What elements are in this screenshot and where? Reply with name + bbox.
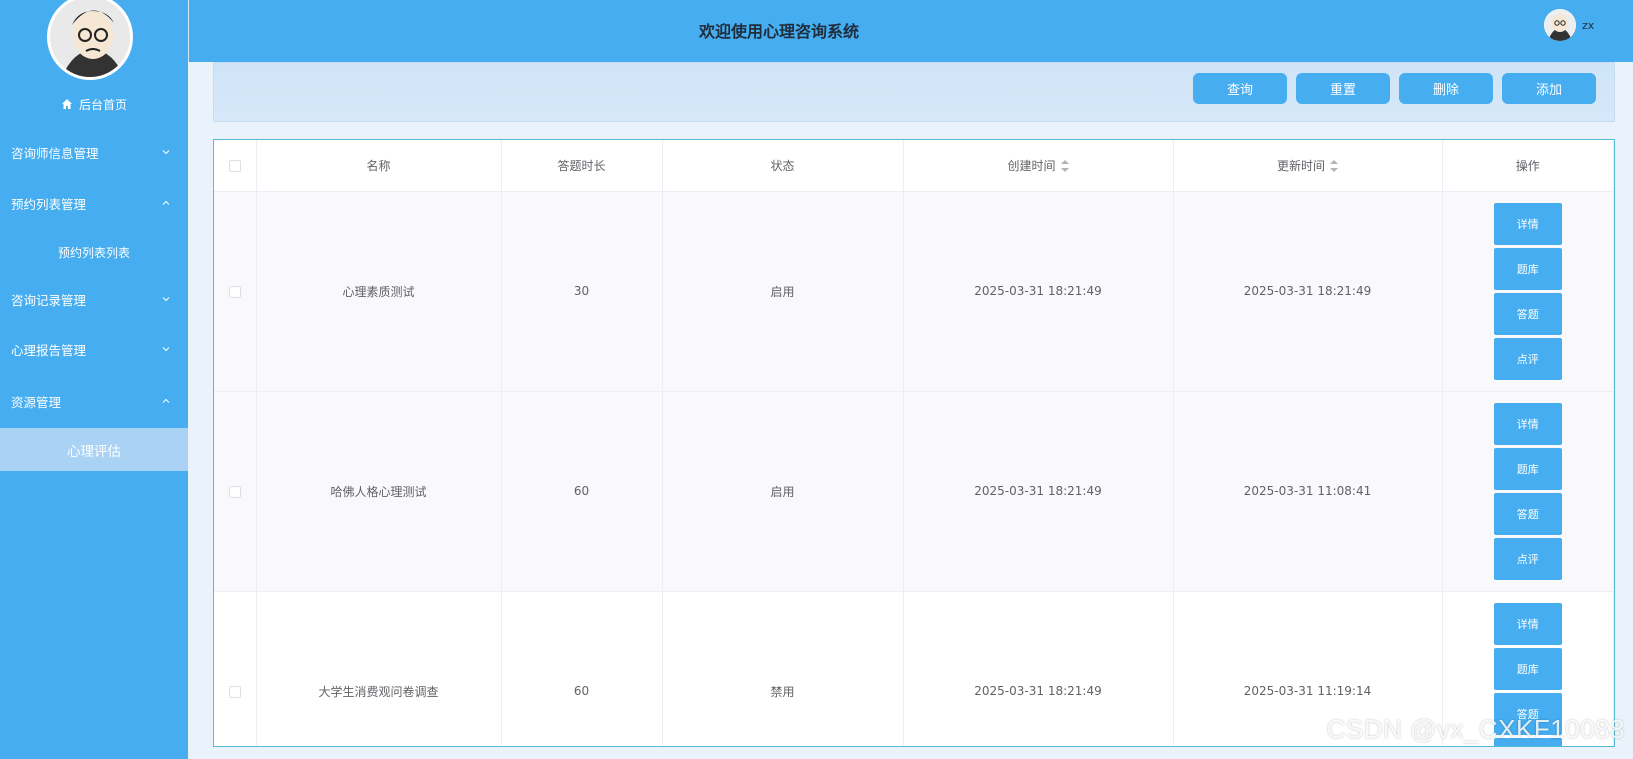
row-checkbox[interactable]	[228, 685, 241, 698]
row-checkbox[interactable]	[228, 285, 241, 298]
cell-created: 2025-03-31 18:21:49	[903, 191, 1174, 392]
cell-actions: 详情 题库 答题 点评	[1442, 391, 1614, 592]
cell-actions: 详情 题库 答题 点评	[1442, 191, 1614, 392]
query-button[interactable]: 查询	[1193, 73, 1287, 104]
search-toolbar: 查询 重置 删除 添加	[213, 62, 1615, 122]
select-all-checkbox[interactable]	[228, 159, 241, 172]
answer-button[interactable]: 答题	[1493, 292, 1562, 335]
cell-status: 启用	[662, 191, 904, 392]
chevron-down-icon	[162, 297, 170, 302]
cell-name: 哈佛人格心理测试	[256, 391, 502, 592]
data-table: 名称 答题时长 状态 创建时间 更新时间 操作 心理素质测试 30 启用 202…	[213, 139, 1615, 747]
row-select-cell	[214, 191, 257, 392]
menu-label: 心理报告管理	[11, 342, 87, 358]
submenu-label: 心理评估	[67, 443, 121, 460]
menu-label: 咨询师信息管理	[11, 145, 99, 161]
submenu-appointment-list[interactable]: 预约列表列表	[0, 232, 188, 272]
top-header: 欢迎使用心理咨询系统 zx	[188, 0, 1633, 62]
question-bank-button[interactable]: 题库	[1493, 247, 1562, 290]
row-select-cell	[214, 591, 257, 746]
answer-button[interactable]: 答题	[1493, 492, 1562, 535]
sort-icon[interactable]	[1330, 160, 1338, 173]
delete-button[interactable]: 删除	[1399, 73, 1493, 104]
home-link[interactable]: 后台首页	[0, 92, 188, 116]
detail-button[interactable]: 详情	[1493, 202, 1562, 245]
column-header-duration: 答题时长	[501, 140, 663, 192]
cell-duration: 30	[501, 191, 663, 392]
chevron-up-icon	[162, 200, 170, 205]
menu-label: 预约列表管理	[11, 196, 87, 212]
sidebar: 后台首页 咨询师信息管理 预约列表管理 预约列表列表 咨询记录管理 心理报告管理…	[0, 0, 188, 759]
menu-appointment-list[interactable]: 预约列表管理	[0, 183, 188, 223]
column-header-updated[interactable]: 更新时间	[1173, 140, 1443, 192]
column-header-status: 状态	[662, 140, 904, 192]
watermark: CSDN @vx_CXKF10088	[1326, 714, 1625, 744]
cell-status: 禁用	[662, 591, 904, 746]
menu-label: 咨询记录管理	[11, 292, 87, 308]
column-label: 创建时间	[1007, 158, 1056, 173]
sort-icon[interactable]	[1060, 160, 1069, 173]
chevron-down-icon	[162, 150, 170, 155]
menu-label: 资源管理	[11, 394, 62, 410]
reset-button[interactable]: 重置	[1296, 73, 1390, 104]
table-row: 心理素质测试 30 启用 2025-03-31 18:21:49 2025-03…	[214, 191, 1614, 392]
cell-status: 启用	[662, 391, 904, 592]
username: zx	[1582, 18, 1595, 32]
cell-name: 心理素质测试	[256, 191, 502, 392]
question-bank-button[interactable]: 题库	[1493, 447, 1562, 490]
submenu-label: 预约列表列表	[57, 245, 130, 260]
detail-button[interactable]: 详情	[1493, 402, 1562, 445]
cell-duration: 60	[501, 591, 663, 746]
chevron-up-icon	[162, 398, 170, 403]
menu-resources[interactable]: 资源管理	[0, 381, 188, 421]
review-button[interactable]: 点评	[1493, 337, 1562, 380]
table-row: 哈佛人格心理测试 60 启用 2025-03-31 18:21:49 2025-…	[214, 391, 1614, 592]
column-header-actions: 操作	[1442, 140, 1614, 192]
question-bank-button[interactable]: 题库	[1493, 647, 1562, 690]
column-header-created[interactable]: 创建时间	[903, 140, 1174, 192]
menu-counselor-info[interactable]: 咨询师信息管理	[0, 132, 188, 172]
user-avatar	[1544, 9, 1576, 41]
home-label: 后台首页	[78, 97, 127, 112]
cell-created: 2025-03-31 18:21:49	[903, 591, 1174, 746]
table-header-row: 名称 答题时长 状态 创建时间 更新时间 操作	[214, 140, 1614, 192]
home-icon	[61, 99, 72, 109]
cell-created: 2025-03-31 18:21:49	[903, 391, 1174, 592]
cell-duration: 60	[501, 391, 663, 592]
chevron-down-icon	[162, 347, 170, 352]
column-header-name: 名称	[256, 140, 502, 192]
row-checkbox[interactable]	[228, 485, 241, 498]
review-button[interactable]: 点评	[1493, 537, 1562, 580]
column-label: 更新时间	[1276, 158, 1325, 173]
cell-name: 大学生消费观问卷调查	[256, 591, 502, 746]
profile-avatar	[47, 0, 133, 80]
submenu-psych-assessment[interactable]: 心理评估	[0, 428, 188, 471]
row-select-cell	[214, 391, 257, 592]
cell-updated: 2025-03-31 11:08:41	[1173, 391, 1443, 592]
add-button[interactable]: 添加	[1502, 73, 1596, 104]
select-all-cell	[214, 140, 257, 192]
detail-button[interactable]: 详情	[1493, 602, 1562, 645]
cell-updated: 2025-03-31 18:21:49	[1173, 191, 1443, 392]
menu-psych-reports[interactable]: 心理报告管理	[0, 329, 188, 369]
user-menu[interactable]: zx	[1544, 9, 1594, 41]
menu-consult-records[interactable]: 咨询记录管理	[0, 279, 188, 319]
page-title: 欢迎使用心理咨询系统	[698, 22, 859, 41]
